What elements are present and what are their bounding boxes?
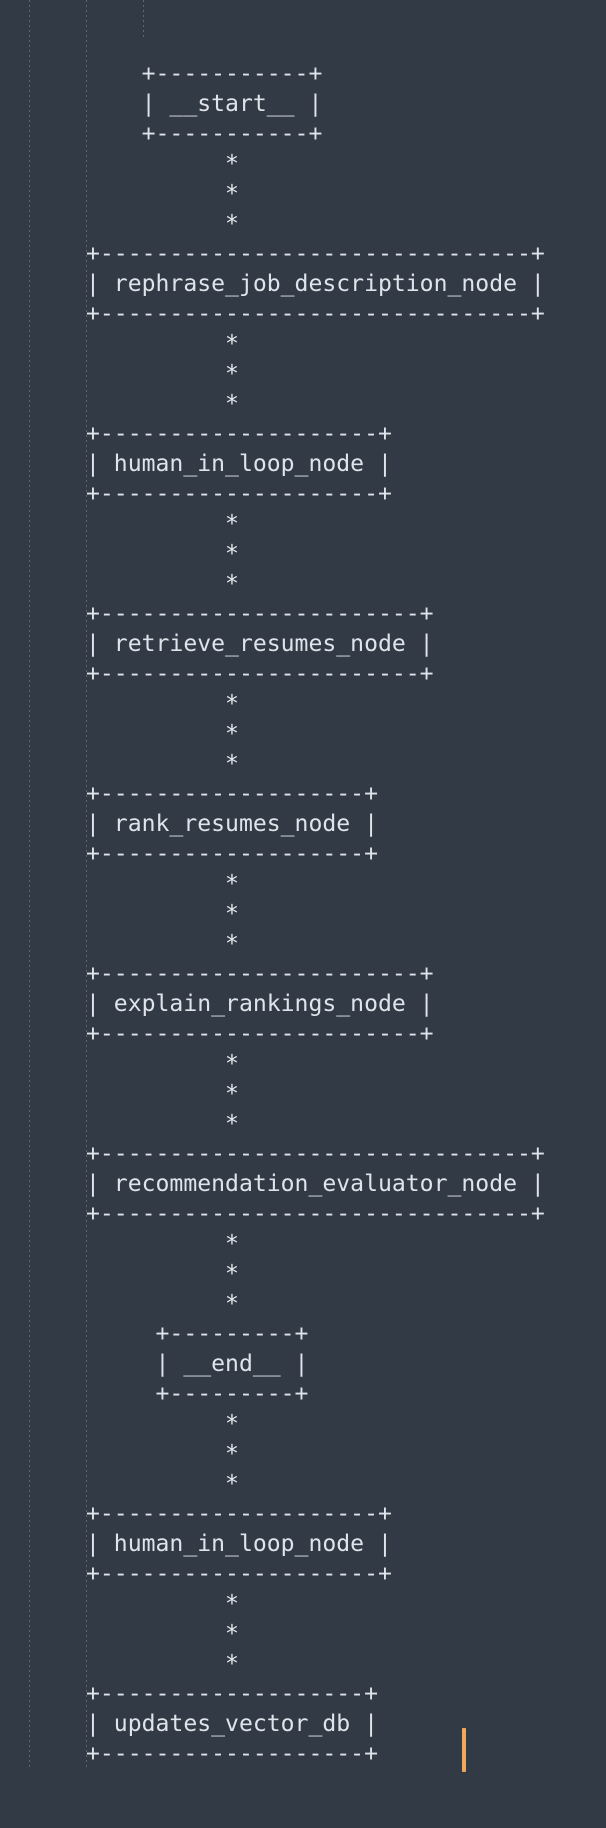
edge-star: * [86,751,239,777]
edge-star: * [86,1231,239,1257]
edge-star: * [86,331,239,357]
edge-star: * [86,1471,239,1497]
edge-star: * [86,871,239,897]
node-border-top: +---------+ [86,1321,309,1347]
edge-star: * [86,1291,239,1317]
edge-star: * [86,541,239,567]
edge-star: * [86,1411,239,1437]
node-border-top: +-------------------+ [86,781,378,807]
graph-node: | recommendation_evaluator_node | [86,1171,545,1197]
graph-node: | updates_vector_db | [86,1711,378,1737]
node-border-top: +-------------------------------+ [86,1141,545,1167]
edge-star: * [86,721,239,747]
edge-star: * [86,571,239,597]
edge-star: * [86,211,239,237]
edge-star: * [86,901,239,927]
graph-node: | human_in_loop_node | [86,451,392,477]
edge-star: * [86,1051,239,1077]
graph-node: | __end__ | [86,1351,309,1377]
node-border-top: +--------------------+ [86,1501,392,1527]
node-border-bottom: +-----------------------+ [86,1021,434,1047]
node-border-top: +--------------------+ [86,421,392,447]
node-border-top: +-----------------------+ [86,961,434,987]
node-border-bottom: +--------------------+ [86,1561,392,1587]
edge-star: * [86,511,239,537]
ascii-graph: +-----------+ | __start__ | +-----------… [86,59,545,1769]
node-border-top: +-------------------------------+ [86,241,545,267]
edge-star: * [86,931,239,957]
edge-star: * [86,1651,239,1677]
graph-node: | __start__ | [86,91,323,117]
node-border-bottom: +---------+ [86,1381,309,1407]
edge-star: * [86,151,239,177]
edge-star: * [86,1441,239,1467]
edge-star: * [86,181,239,207]
graph-node: | human_in_loop_node | [86,1531,392,1557]
node-border-bottom: +-------------------------------+ [86,1201,545,1227]
node-border-bottom: +-----------------------+ [86,661,434,687]
node-border-bottom: +-------------------+ [86,1741,378,1767]
edge-star: * [86,1621,239,1647]
edge-star: * [86,1261,239,1287]
graph-node: | rank_resumes_node | [86,811,378,837]
edge-star: * [86,361,239,387]
node-border-bottom: +-------------------+ [86,841,378,867]
node-border-bottom: +--------------------+ [86,481,392,507]
graph-node: | explain_rankings_node | [86,991,434,1017]
graph-node: | retrieve_resumes_node | [86,631,434,657]
edge-star: * [86,1591,239,1617]
edge-star: * [86,391,239,417]
edge-star: * [86,1081,239,1107]
node-border-top: +-------------------+ [86,1681,378,1707]
text-cursor [462,1728,466,1772]
node-border-top: +-----------+ [86,61,323,87]
edge-star: * [86,691,239,717]
graph-node: | rephrase_job_description_node | [86,271,545,297]
node-border-bottom: +-------------------------------+ [86,301,545,327]
node-border-bottom: +-----------+ [86,121,323,147]
edge-star: * [86,1111,239,1137]
node-border-top: +-----------------------+ [86,601,434,627]
